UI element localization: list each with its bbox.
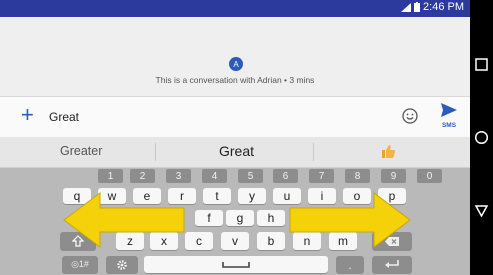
battery-icon xyxy=(414,2,421,12)
key-5[interactable]: 5 xyxy=(238,169,263,183)
divider xyxy=(155,143,156,161)
messaging-screen: 2:46 PM A This is a conversation with Ad… xyxy=(0,0,470,275)
swipe-left-arrow-icon xyxy=(63,192,185,248)
android-nav-bar xyxy=(470,0,493,275)
send-label: SMS xyxy=(441,122,457,129)
keyboard: 1 2 3 4 5 6 7 8 9 0 q w e r t y u i o p … xyxy=(0,168,470,275)
key-h[interactable]: h xyxy=(257,210,285,226)
key-c[interactable]: c xyxy=(185,232,213,250)
thumbs-up-icon[interactable] xyxy=(381,144,396,159)
swipe-right-arrow-icon xyxy=(289,192,411,248)
enter-key[interactable] xyxy=(372,256,412,273)
conversation-info: This is a conversation with Adrian • 3 m… xyxy=(155,75,315,85)
symbols-key[interactable]: ◎1# xyxy=(62,256,98,273)
home-icon[interactable] xyxy=(474,130,489,145)
conversation-area: A This is a conversation with Adrian • 3… xyxy=(0,17,470,96)
suggestion-bar: Greater Great xyxy=(0,137,470,168)
suggestion-item[interactable]: Greater xyxy=(60,144,102,158)
suggestion-item[interactable]: Great xyxy=(219,143,254,159)
compose-bar: + Great SMS xyxy=(0,96,470,137)
key-g[interactable]: g xyxy=(226,210,254,226)
space-key[interactable] xyxy=(144,256,328,273)
gear-icon xyxy=(117,259,127,270)
key-3[interactable]: 3 xyxy=(166,169,191,183)
status-time: 2:46 PM xyxy=(423,1,464,13)
key-f[interactable]: f xyxy=(195,210,223,226)
key-9[interactable]: 9 xyxy=(381,169,406,183)
period-glyph: . xyxy=(348,257,352,272)
settings-key[interactable] xyxy=(106,256,138,273)
recents-icon[interactable] xyxy=(474,57,489,72)
key-v[interactable]: v xyxy=(221,232,249,250)
emoji-icon[interactable] xyxy=(402,108,418,124)
enter-icon xyxy=(385,260,399,268)
key-y[interactable]: y xyxy=(238,188,266,204)
key-7[interactable]: 7 xyxy=(309,169,334,183)
key-t[interactable]: t xyxy=(203,188,231,204)
key-8[interactable]: 8 xyxy=(345,169,370,183)
key-1[interactable]: 1 xyxy=(98,169,123,183)
add-attachment-icon[interactable]: + xyxy=(21,103,34,127)
space-icon xyxy=(222,261,250,268)
signal-icon xyxy=(401,2,412,12)
period-key[interactable]: . xyxy=(336,256,364,273)
send-icon xyxy=(441,103,457,117)
avatar[interactable]: A xyxy=(229,57,243,71)
back-icon[interactable] xyxy=(474,203,489,218)
status-bar: 2:46 PM xyxy=(0,0,470,17)
divider xyxy=(313,143,314,161)
key-b[interactable]: b xyxy=(257,232,285,250)
message-input[interactable]: Great xyxy=(49,110,79,124)
key-6[interactable]: 6 xyxy=(273,169,298,183)
key-4[interactable]: 4 xyxy=(202,169,227,183)
key-2[interactable]: 2 xyxy=(130,169,155,183)
key-0[interactable]: 0 xyxy=(417,169,442,183)
send-button[interactable]: SMS xyxy=(438,102,460,132)
